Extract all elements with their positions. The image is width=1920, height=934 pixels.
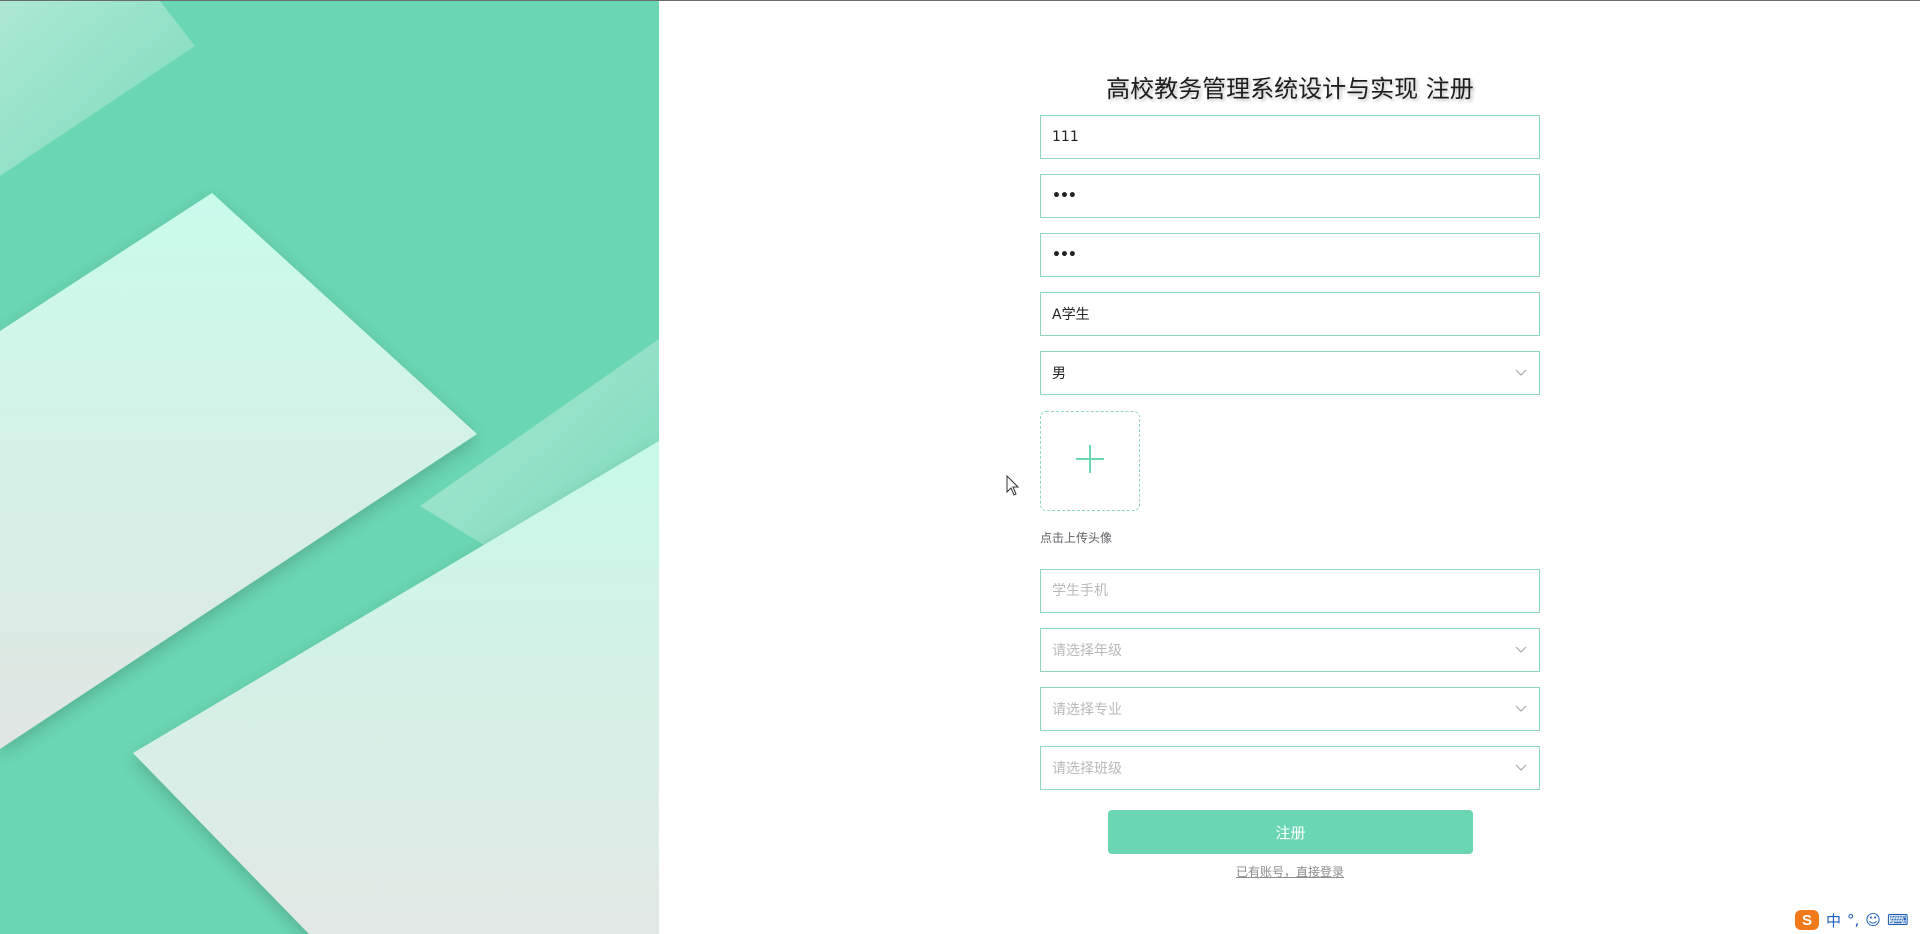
register-button[interactable]: 注册 [1108, 810, 1473, 854]
name-value: A学生 [1052, 307, 1090, 323]
upload-hint: 点击上传头像 [1040, 531, 1113, 545]
class-select[interactable]: 请选择班级 [1040, 746, 1540, 790]
page-title: 高校教务管理系统设计与实现 注册 [1106, 75, 1474, 103]
phone-field[interactable] [1040, 569, 1540, 613]
confirm-password-field[interactable]: ••• [1040, 233, 1540, 277]
ime-toolbar[interactable]: S 中 °, ☺ ⌨ [1790, 906, 1920, 934]
plus-icon [1075, 444, 1105, 478]
password-field[interactable]: ••• [1040, 174, 1540, 218]
mouse-cursor-icon [1006, 474, 1020, 501]
avatar-upload-button[interactable] [1040, 411, 1140, 511]
geometric-shapes-illustration [0, 1, 659, 934]
register-page: 高校教务管理系统设计与实现 注册 111 ••• ••• A学生 男 点击上传头… [0, 0, 1920, 934]
keyboard-icon[interactable]: ⌨ [1887, 911, 1909, 929]
major-placeholder: 请选择专业 [1052, 702, 1122, 718]
password-value: ••• [1052, 188, 1077, 204]
login-link[interactable]: 已有账号，直接登录 [1040, 863, 1540, 880]
major-select[interactable]: 请选择专业 [1040, 687, 1540, 731]
chevron-down-icon [1514, 366, 1528, 380]
decorative-background [0, 1, 659, 934]
account-value: 111 [1052, 129, 1079, 145]
gender-select[interactable]: 男 [1040, 351, 1540, 395]
chevron-down-icon [1514, 643, 1528, 657]
ime-mode-toggle[interactable]: 中 [1826, 910, 1841, 931]
gender-value: 男 [1052, 366, 1066, 382]
svg-text:S: S [1802, 912, 1812, 929]
phone-input[interactable] [1052, 583, 1528, 599]
account-field[interactable]: 111 [1040, 115, 1540, 159]
grade-placeholder: 请选择年级 [1052, 643, 1122, 659]
sogou-logo-icon[interactable]: S [1794, 909, 1820, 931]
chevron-down-icon [1514, 761, 1528, 775]
chevron-down-icon [1514, 702, 1528, 716]
confirm-password-value: ••• [1052, 247, 1077, 263]
ime-punctuation-toggle[interactable]: °, [1847, 911, 1859, 929]
name-field[interactable]: A学生 [1040, 292, 1540, 336]
emoji-icon[interactable]: ☺ [1865, 911, 1881, 929]
class-placeholder: 请选择班级 [1052, 761, 1122, 777]
grade-select[interactable]: 请选择年级 [1040, 628, 1540, 672]
